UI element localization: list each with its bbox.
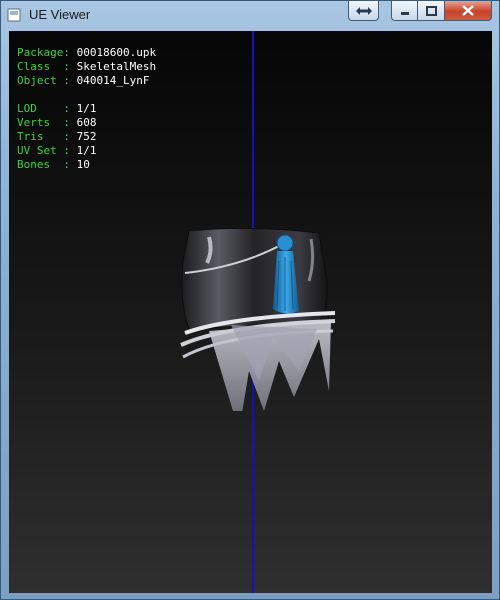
info-verts: Verts : 608 bbox=[17, 116, 97, 129]
3d-viewport[interactable]: Package: 00018600.upk Class : SkeletalMe… bbox=[9, 31, 492, 593]
minimize-button[interactable] bbox=[391, 1, 418, 21]
info-tris: Tris : 752 bbox=[17, 130, 97, 143]
info-bones: Bones : 10 bbox=[17, 158, 90, 171]
swap-button[interactable] bbox=[348, 1, 379, 21]
info-object: Object : 040014_LynF bbox=[17, 74, 150, 87]
info-lod: LOD : 1/1 bbox=[17, 102, 97, 115]
window-title: UE Viewer bbox=[29, 7, 91, 22]
info-class: Class : SkeletalMesh bbox=[17, 60, 157, 73]
close-button[interactable] bbox=[445, 1, 492, 21]
title-bar[interactable]: UE Viewer bbox=[1, 1, 499, 31]
app-icon bbox=[7, 8, 21, 22]
info-uvset: UV Set : 1/1 bbox=[17, 144, 97, 157]
ue-viewer-window: UE Viewer Package: 00018600.upk Class : … bbox=[0, 0, 500, 600]
maximize-button[interactable] bbox=[418, 1, 445, 21]
close-icon bbox=[462, 5, 474, 16]
skeletal-mesh-render bbox=[180, 227, 336, 411]
minimize-icon bbox=[400, 11, 409, 15]
restore-swap-icon bbox=[355, 6, 372, 15]
maximize-icon bbox=[425, 5, 437, 16]
info-package: Package: 00018600.upk bbox=[17, 46, 157, 59]
